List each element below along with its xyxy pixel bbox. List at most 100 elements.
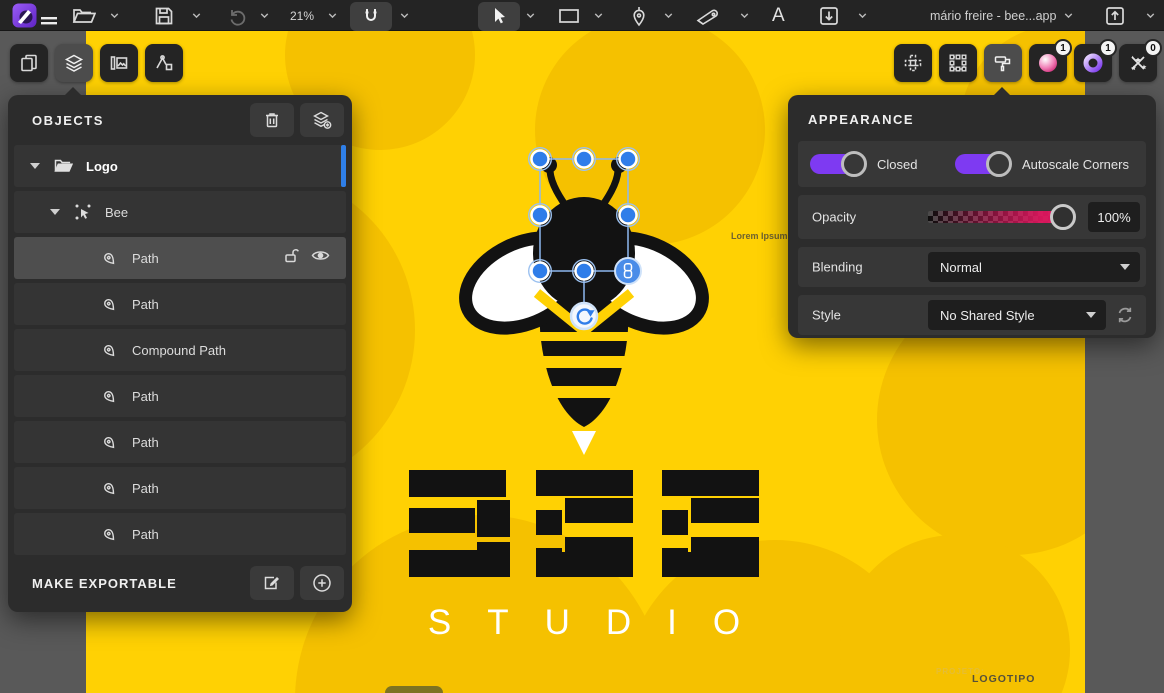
undo-button[interactable] bbox=[226, 0, 248, 31]
autoscale-corners-toggle[interactable]: Autoscale Corners bbox=[955, 151, 1129, 177]
blending-dropdown[interactable]: Normal bbox=[928, 252, 1140, 282]
layers-button[interactable] bbox=[55, 44, 93, 82]
link-handle[interactable] bbox=[615, 258, 641, 284]
objects-panel-header: OBJECTS bbox=[8, 95, 352, 145]
app-logo[interactable] bbox=[12, 0, 37, 31]
appearance-panel: APPEARANCE Closed Autoscale Corners Opac… bbox=[788, 95, 1156, 338]
object-label: Path bbox=[132, 527, 159, 542]
lorem-ipsum-text[interactable]: Lorem Ipsum bbox=[731, 231, 788, 241]
save-button[interactable] bbox=[154, 0, 174, 31]
objects-row-compound-path[interactable]: Compound Path bbox=[14, 329, 346, 371]
artboards-button[interactable] bbox=[100, 44, 138, 82]
blending-row: Blending Normal bbox=[798, 247, 1146, 287]
bottom-tab[interactable] bbox=[385, 686, 443, 693]
move-tool-chevron[interactable] bbox=[524, 0, 537, 31]
add-layer-button[interactable] bbox=[300, 103, 344, 137]
expand-chevron-icon[interactable] bbox=[50, 209, 60, 215]
group-icon bbox=[74, 203, 92, 221]
open-document-button[interactable] bbox=[72, 0, 96, 31]
export-button[interactable] bbox=[1104, 0, 1126, 31]
objects-row-logo[interactable]: Logo bbox=[14, 145, 346, 187]
appearance-button[interactable] bbox=[984, 44, 1022, 82]
blending-label: Blending bbox=[812, 260, 863, 275]
logotipo-label[interactable]: LOGOTIPO bbox=[972, 673, 1035, 685]
opacity-slider[interactable] bbox=[928, 211, 1062, 223]
text-tool-button[interactable]: A bbox=[772, 0, 785, 31]
blending-value: Normal bbox=[940, 260, 1112, 275]
snapping-chevron[interactable] bbox=[398, 0, 411, 31]
fill-count-badge: 1 bbox=[1054, 39, 1072, 57]
move-tool-button[interactable] bbox=[478, 2, 520, 31]
path-icon bbox=[100, 295, 118, 313]
expand-chevron-icon[interactable] bbox=[30, 163, 40, 169]
objects-panel-pointer bbox=[64, 87, 82, 96]
path-icon bbox=[100, 387, 118, 405]
objects-row-path[interactable]: Path bbox=[14, 283, 346, 325]
unlock-icon[interactable] bbox=[283, 247, 300, 269]
style-dropdown[interactable]: No Shared Style bbox=[928, 300, 1106, 330]
import-button[interactable] bbox=[818, 0, 840, 31]
objects-panel-footer: MAKE EXPORTABLE bbox=[8, 560, 352, 612]
rectangle-tool-button[interactable] bbox=[558, 0, 580, 31]
style-sync-button[interactable] bbox=[1108, 300, 1142, 330]
pen-tool-chevron[interactable] bbox=[662, 0, 675, 31]
delete-object-button[interactable] bbox=[250, 103, 294, 137]
objects-row-path[interactable]: Path bbox=[14, 421, 346, 463]
closed-toggle[interactable]: Closed bbox=[810, 151, 917, 177]
menu-hamburger-icon[interactable] bbox=[40, 0, 58, 31]
studio-toolbar-left bbox=[10, 44, 183, 82]
objects-row-path[interactable]: Path bbox=[14, 375, 346, 417]
bee-letterforms[interactable] bbox=[409, 470, 759, 577]
objects-row-path[interactable]: Path bbox=[14, 237, 346, 279]
appearance-panel-pointer bbox=[993, 87, 1011, 96]
save-chevron[interactable] bbox=[190, 0, 203, 31]
object-label: Path bbox=[132, 481, 159, 496]
document-title-chevron[interactable] bbox=[1062, 0, 1075, 31]
objects-row-bee[interactable]: Bee bbox=[14, 191, 346, 233]
object-label: Path bbox=[132, 389, 159, 404]
objects-row-path[interactable]: Path bbox=[14, 513, 346, 555]
import-chevron[interactable] bbox=[856, 0, 869, 31]
glyph-e2 bbox=[662, 470, 759, 577]
opacity-row: Opacity 100% bbox=[798, 195, 1146, 239]
studio-toolbar-right: 1 1 0 bbox=[894, 44, 1157, 82]
effects-button[interactable]: 0 bbox=[1119, 44, 1157, 82]
opacity-value[interactable]: 100% bbox=[1088, 202, 1140, 232]
object-label: Bee bbox=[105, 205, 128, 220]
rectangle-tool-chevron[interactable] bbox=[592, 0, 605, 31]
autoscale-corners-label: Autoscale Corners bbox=[1022, 157, 1129, 172]
zoom-level[interactable]: 21% bbox=[290, 0, 314, 31]
document-title[interactable]: mário freire - bee...app bbox=[930, 0, 1056, 31]
pages-button[interactable] bbox=[10, 44, 48, 82]
object-label: Path bbox=[132, 251, 159, 266]
path-icon bbox=[100, 249, 118, 267]
style-label: Style bbox=[812, 308, 841, 323]
opacity-slider-knob[interactable] bbox=[1050, 204, 1076, 230]
rotate-handle[interactable] bbox=[571, 303, 597, 329]
stroke-color-button[interactable]: 1 bbox=[1074, 44, 1112, 82]
zoom-chevron[interactable] bbox=[326, 0, 339, 31]
assets-button[interactable] bbox=[145, 44, 183, 82]
studio-wordmark[interactable]: STUDIO bbox=[319, 603, 849, 643]
fill-color-button[interactable]: 1 bbox=[1029, 44, 1067, 82]
add-export-button[interactable] bbox=[300, 566, 344, 600]
undo-chevron[interactable] bbox=[258, 0, 271, 31]
knife-tool-button[interactable] bbox=[696, 0, 722, 31]
objects-row-path[interactable]: Path bbox=[14, 467, 346, 509]
bee-stinger bbox=[572, 431, 596, 455]
open-document-chevron[interactable] bbox=[108, 0, 121, 31]
object-label: Compound Path bbox=[132, 343, 226, 358]
transform-button[interactable] bbox=[894, 44, 932, 82]
node-tool-button[interactable] bbox=[939, 44, 977, 82]
snapping-magnet-button[interactable] bbox=[350, 2, 392, 31]
objects-list: Logo Bee Path Path Compound Path Path Path Path… bbox=[8, 145, 352, 555]
visibility-eye-icon[interactable] bbox=[311, 248, 330, 268]
export-chevron[interactable] bbox=[1144, 0, 1157, 31]
top-toolbar: 21% bbox=[0, 0, 1164, 31]
effects-count-badge: 0 bbox=[1144, 39, 1162, 57]
knife-tool-chevron[interactable] bbox=[738, 0, 751, 31]
opacity-label: Opacity bbox=[812, 210, 856, 225]
pen-tool-button[interactable] bbox=[630, 0, 648, 31]
style-row: Style No Shared Style bbox=[798, 295, 1146, 335]
export-settings-button[interactable] bbox=[250, 566, 294, 600]
